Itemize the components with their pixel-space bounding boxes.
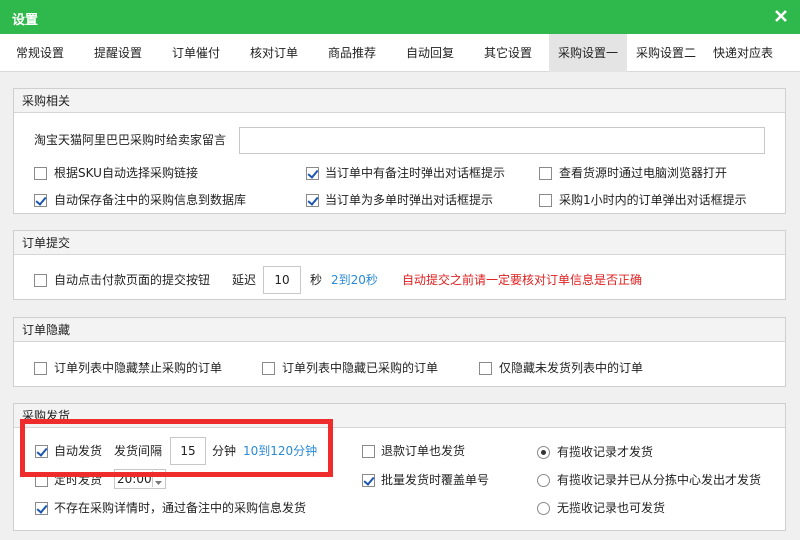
tab-product-recommend[interactable]: 商品推荐 [315,34,389,72]
remark-dialog-label: 当订单中有备注时弹出对话框提示 [325,166,506,180]
recent-purchase-dialog-label: 采购1小时内的订单弹出对话框提示 [559,193,747,207]
tab-courier-mapping[interactable]: 快递对应表 [706,34,780,72]
auto-ship-checkbox[interactable] [35,445,48,458]
order-hide-group: 订单隐藏 订单列表中隐藏禁止采购的订单 订单列表中隐藏已采购的订单 仅隐藏未发货… [13,317,786,387]
multi-order-dialog-checkbox[interactable] [306,194,319,207]
hide-unshipped-only-checkbox[interactable] [479,362,492,375]
title-bar: 设置 [0,0,800,34]
window-title: 设置 [12,13,39,28]
ship-without-pickup-radio[interactable] [537,502,550,515]
overwrite-tracking-checkbox[interactable] [362,474,375,487]
time-spinner[interactable] [152,471,164,487]
order-submit-group: 订单提交 自动点击付款页面的提交按钮 延迟 秒 2到20秒 自动提交之前请一定要… [13,230,786,300]
overwrite-tracking-label: 批量发货时覆盖单号 [381,473,490,487]
group-heading: 订单提交 [14,231,785,255]
hide-purchased-checkbox[interactable] [262,362,275,375]
purchase-related-group: 采购相关 淘宝天猫阿里巴巴采购时给卖家留言 根据SKU自动选择采购链接 当订单中… [13,88,786,214]
hide-forbidden-label: 订单列表中隐藏禁止采购的订单 [54,361,223,375]
tab-purchase-1[interactable]: 采购设置一 [549,34,627,72]
ship-with-pickup-label: 有揽收记录才发货 [557,445,654,459]
ship-after-sorting-radio[interactable] [537,474,550,487]
close-icon[interactable] [770,5,792,27]
tab-verify-order[interactable]: 核对订单 [237,34,311,72]
tab-auto-reply[interactable]: 自动回复 [393,34,467,72]
ship-interval-unit: 分钟 [212,444,237,458]
save-purchase-info-checkbox[interactable] [34,194,47,207]
ship-without-pickup-label: 无揽收记录也可发货 [557,501,666,515]
delay-unit: 秒 [310,273,323,287]
tab-reminder[interactable]: 提醒设置 [81,34,155,72]
save-purchase-info-label: 自动保存备注中的采购信息到数据库 [54,193,247,207]
delay-range-hint: 2到20秒 [331,273,378,287]
multi-order-dialog-label: 当订单为多单时弹出对话框提示 [325,193,494,207]
hide-unshipped-only-label: 仅隐藏未发货列表中的订单 [499,361,644,375]
hide-forbidden-checkbox[interactable] [34,362,47,375]
auto-submit-checkbox[interactable] [34,274,47,287]
delay-label: 延迟 [232,273,257,287]
tab-purchase-2[interactable]: 采购设置二 [629,34,703,72]
ship-with-pickup-radio[interactable] [537,446,550,459]
tab-payment-reminder[interactable]: 订单催付 [159,34,233,72]
delay-input[interactable] [263,266,301,294]
tab-bar: 常规设置 提醒设置 订单催付 核对订单 商品推荐 自动回复 其它设置 采购设置一… [0,34,800,72]
auto-ship-label: 自动发货 [54,444,103,458]
tab-general[interactable]: 常规设置 [3,34,77,72]
seller-message-label: 淘宝天猫阿里巴巴采购时给卖家留言 [34,133,227,147]
timed-ship-checkbox[interactable] [35,474,48,487]
browser-open-checkbox[interactable] [539,167,552,180]
group-heading: 订单隐藏 [14,318,785,342]
auto-submit-label: 自动点击付款页面的提交按钮 [54,273,211,287]
group-heading: 采购发货 [14,404,785,428]
ship-after-sorting-label: 有揽收记录并已从分拣中心发出才发货 [557,473,762,487]
submit-warning: 自动提交之前请一定要核对订单信息是否正确 [402,273,643,287]
fallback-remark-ship-label: 不存在采购详情时，通过备注中的采购信息发货 [54,501,307,515]
ship-interval-range-hint: 10到120分钟 [243,444,318,458]
hide-purchased-label: 订单列表中隐藏已采购的订单 [282,361,439,375]
ship-interval-input[interactable] [170,437,206,465]
group-heading: 采购相关 [14,89,785,113]
fallback-remark-ship-checkbox[interactable] [35,502,48,515]
purchase-ship-group: 采购发货 自动发货 发货间隔 分钟 10到120分钟 定时发货 不存在采购详情时… [13,403,786,531]
remark-dialog-checkbox[interactable] [306,167,319,180]
tab-other[interactable]: 其它设置 [471,34,545,72]
ship-interval-label: 发货间隔 [114,444,163,458]
recent-purchase-dialog-checkbox[interactable] [539,194,552,207]
refund-ship-checkbox[interactable] [362,445,375,458]
sku-auto-select-checkbox[interactable] [34,167,47,180]
timed-ship-label: 定时发货 [54,473,103,487]
seller-message-input[interactable] [239,127,765,154]
settings-content: 采购相关 淘宝天猫阿里巴巴采购时给卖家留言 根据SKU自动选择采购链接 当订单中… [0,72,800,540]
refund-ship-label: 退款订单也发货 [381,444,466,458]
browser-open-label: 查看货源时通过电脑浏览器打开 [559,166,728,180]
sku-auto-select-label: 根据SKU自动选择采购链接 [54,166,198,180]
